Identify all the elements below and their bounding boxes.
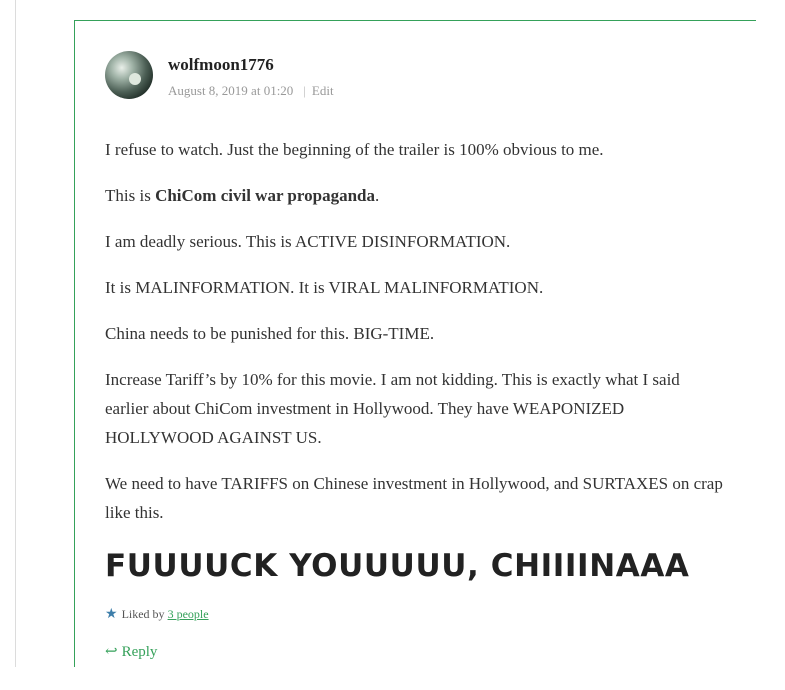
bold-text: ChiCom civil war propaganda [155,186,375,205]
comment-heading: FUUUUCK YOUUUUU, CHIIIINAAA [105,548,690,584]
comment-date[interactable]: August 8, 2019 at 01:20 [168,83,293,98]
liked-by-label: Liked by [121,607,165,621]
comment-paragraph: I am deadly serious. This is ACTIVE DISI… [105,232,511,251]
edit-link[interactable]: Edit [312,83,334,98]
comment-body: I refuse to watch. Just the beginning of… [105,135,725,544]
avatar[interactable] [105,51,153,99]
liked-by-people-link[interactable]: 3 people [168,607,209,621]
comment-paragraph: We need to have TARIFFS on Chinese inves… [105,474,723,522]
paragraph-text: . [375,186,380,205]
outer-thread-line [15,0,16,667]
comment-paragraph: This is ChiCom civil war propaganda. [105,181,725,210]
reply-arrow-icon: ↩ [105,644,118,660]
meta-separator: | [303,83,306,98]
reply-link[interactable]: ↩ Reply [105,642,157,661]
avatar-moon-shape [129,73,141,85]
comment-paragraph: It is MALINFORMATION. It is VIRAL MALINF… [105,278,544,297]
reply-label[interactable]: Reply [122,644,158,660]
likes-line: ★ Liked by 3 people [105,606,209,623]
comment-meta: August 8, 2019 at 01:20 | Edit [168,83,334,99]
comment-author[interactable]: wolfmoon1776 [168,55,274,75]
paragraph-text: This is [105,186,156,205]
comment-paragraph: China needs to be punished for this. BIG… [105,324,435,343]
star-icon: ★ [105,607,118,622]
comment-paragraph: Increase Tariff’s by 10% for this movie.… [105,370,680,447]
comment-paragraph: I refuse to watch. Just the beginning of… [105,140,604,159]
